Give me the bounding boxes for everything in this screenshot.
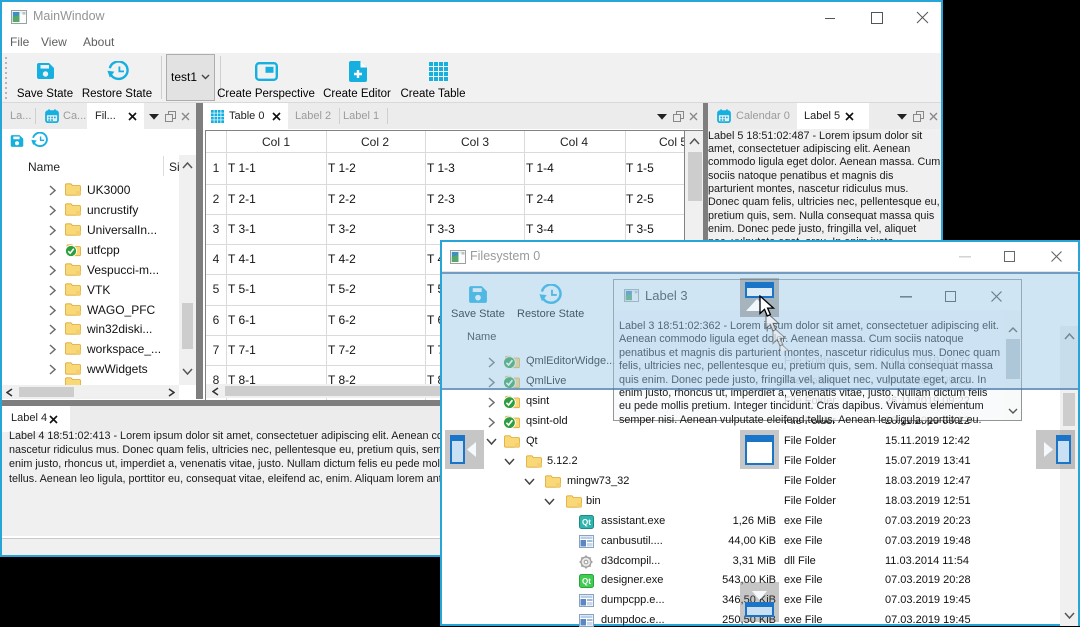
svg-text:Qt: Qt xyxy=(582,577,591,586)
svg-text:Qt: Qt xyxy=(582,518,591,527)
